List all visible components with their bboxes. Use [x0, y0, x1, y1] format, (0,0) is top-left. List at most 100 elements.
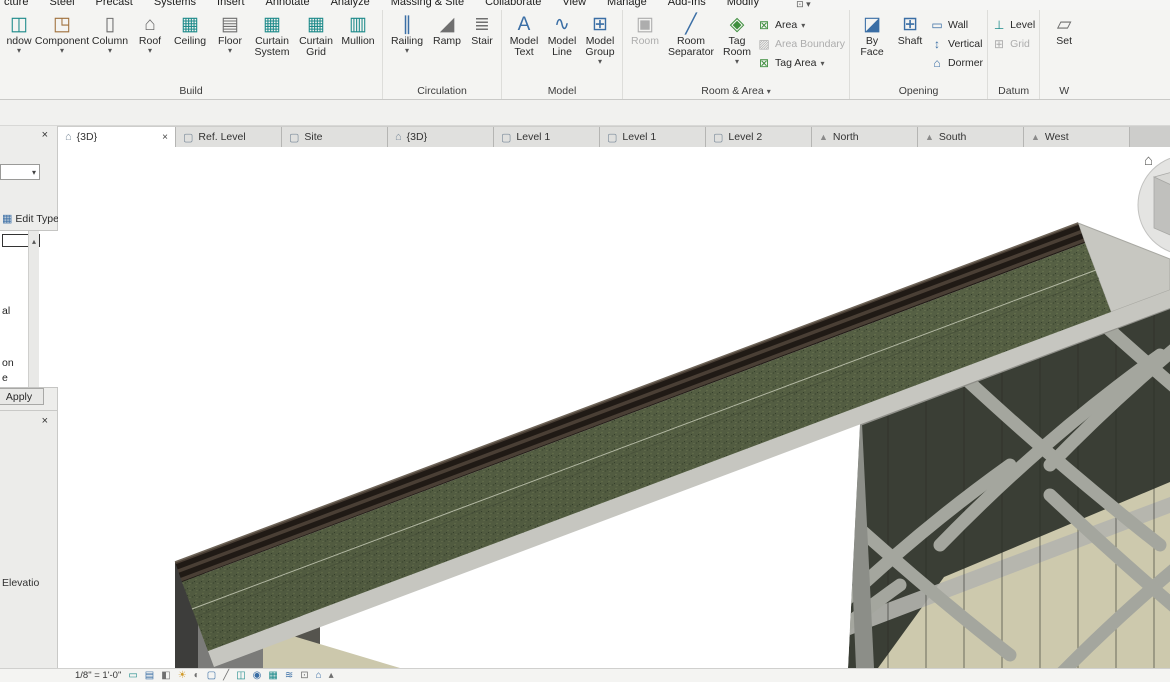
temporary-view-properties-icon[interactable]: ▦: [268, 670, 277, 682]
type-selector-combo[interactable]: ▾: [0, 164, 40, 180]
ribbon-tab-manage[interactable]: Manage: [607, 0, 647, 9]
analytical-model-icon[interactable]: ≋: [285, 670, 293, 682]
view-tab-west[interactable]: ▲ West: [1024, 127, 1130, 147]
room-button[interactable]: ▣ Room: [627, 12, 663, 47]
ribbon-tab-addins[interactable]: Add-Ins: [668, 0, 706, 9]
ribbon-tab-view[interactable]: View: [562, 0, 586, 9]
component-button[interactable]: ◳ Component ▾: [35, 12, 89, 55]
view-tab-level1-b[interactable]: ▢ Level 1: [600, 127, 706, 147]
model-line-button[interactable]: ∿ Model Line: [544, 12, 580, 58]
3d-view-icon: ⌂: [395, 131, 402, 143]
detail-level-icon[interactable]: ▭: [128, 670, 137, 682]
ribbon-tab-annotate[interactable]: Annotate: [266, 0, 310, 9]
curtain-grid-button[interactable]: ▦ Curtain Grid: [296, 12, 336, 58]
ribbon-tab-modify[interactable]: Modify: [727, 0, 759, 9]
dormer-icon: ⌂: [933, 56, 941, 70]
ceiling-button[interactable]: ▦ Ceiling: [170, 12, 210, 47]
ribbon-tab-systems[interactable]: Systems: [154, 0, 196, 9]
railing-button[interactable]: ∥ Railing ▾: [387, 12, 427, 55]
model-group-button[interactable]: ⊞ Model Group ▾: [582, 12, 618, 66]
crop-view-icon[interactable]: ▢: [207, 670, 216, 682]
view-tab-3d[interactable]: ⌂ {3D}: [388, 127, 494, 147]
tag-room-icon: ◈: [729, 14, 745, 35]
by-face-button[interactable]: ◪ By Face: [854, 12, 890, 58]
ribbon-tab-insert[interactable]: Insert: [217, 0, 245, 9]
set-work-plane-button[interactable]: ▱ Set: [1044, 12, 1084, 47]
temporary-hide-icon[interactable]: ◫: [236, 670, 245, 682]
stair-button[interactable]: ≣ Stair: [467, 12, 497, 47]
panel-label-datum[interactable]: Datum: [988, 83, 1039, 99]
ribbon-display-toggle-icon[interactable]: ⊡ ▾: [796, 0, 811, 10]
panel-label-model[interactable]: Model: [502, 83, 622, 99]
dormer-button[interactable]: ⌂ Dormer: [930, 55, 983, 71]
grid-button[interactable]: ⊞ Grid: [992, 36, 1035, 52]
vertical-icon: ↕: [934, 37, 941, 51]
area-icon: ⊠: [758, 18, 770, 32]
level-button[interactable]: ⊥ Level: [992, 17, 1035, 33]
property-row: e: [2, 372, 8, 384]
scale-indicator[interactable]: 1/8" = 1'-0": [75, 670, 121, 681]
area-button[interactable]: ⊠ Area ▾: [757, 17, 845, 33]
displacement-icon[interactable]: ⌂: [316, 670, 322, 682]
view-tab-3d-active[interactable]: ⌂ {3D} ×: [58, 127, 176, 147]
elevation-icon: ▲: [1031, 132, 1040, 142]
ribbon-tab-bar: cture Steel Precast Systems Insert Annot…: [0, 0, 1170, 10]
rendering-dialog-icon[interactable]: ◐: [194, 670, 200, 682]
panel-label-work-plane[interactable]: W: [1040, 83, 1088, 99]
panel-label-opening[interactable]: Opening: [850, 83, 987, 99]
shaft-button[interactable]: ⊞ Shaft: [892, 12, 928, 47]
window-button[interactable]: ◫ ndow ▾: [4, 12, 34, 55]
ribbon-tab-precast[interactable]: Precast: [96, 0, 133, 9]
view-tab-ref-level[interactable]: ▢ Ref. Level: [176, 127, 282, 147]
filter-icon[interactable]: ▴: [329, 670, 334, 682]
drawing-canvas[interactable]: ⌂: [58, 147, 1170, 668]
tag-room-button[interactable]: ◈ Tag Room ▾: [719, 12, 755, 66]
show-crop-region-icon[interactable]: ╱: [223, 670, 229, 682]
roof-button[interactable]: ⌂ Roof ▾: [132, 12, 168, 55]
curtain-system-button[interactable]: ▦ Curtain System: [250, 12, 294, 58]
sheet-icon: ▢: [501, 131, 512, 144]
sun-path-icon[interactable]: ◧: [161, 670, 170, 682]
ribbon-tab-architecture[interactable]: cture: [4, 0, 28, 9]
panel-label-build[interactable]: Build: [0, 83, 382, 99]
ramp-button[interactable]: ◢ Ramp: [429, 12, 465, 47]
edit-type-button[interactable]: ▦ Edit Type: [2, 212, 59, 226]
properties-scrollbar[interactable]: ▴: [28, 231, 39, 387]
visual-style-icon[interactable]: ▤: [145, 670, 154, 682]
area-boundary-button[interactable]: ▨ Area Boundary: [757, 36, 845, 52]
vertical-opening-button[interactable]: ↕ Vertical: [930, 36, 983, 52]
panel-label-circulation[interactable]: Circulation: [383, 83, 501, 99]
tag-area-button[interactable]: ⊠ Tag Area ▾: [757, 55, 845, 71]
panel-label-room-area[interactable]: Room & Area ▾: [623, 83, 849, 99]
model-3d-view: ⌂: [174, 152, 1170, 668]
room-separator-button[interactable]: ╱ Room Separator: [665, 12, 717, 58]
ribbon-tab-steel[interactable]: Steel: [49, 0, 74, 9]
constraints-icon[interactable]: ⊡: [300, 670, 308, 682]
view-tab-south[interactable]: ▲ South: [918, 127, 1024, 147]
dropdown-icon: ▾: [820, 58, 825, 68]
view-tab-level2[interactable]: ▢ Level 2: [706, 127, 812, 147]
palette-close-button[interactable]: ×: [42, 130, 48, 141]
reveal-hidden-icon[interactable]: ◉: [253, 670, 262, 682]
floor-button[interactable]: ▤ Floor ▾: [212, 12, 248, 55]
wall-opening-button[interactable]: ▭ Wall: [930, 17, 983, 33]
browser-close-button[interactable]: ×: [42, 416, 48, 427]
ribbon-tab-analyze[interactable]: Analyze: [331, 0, 370, 9]
column-button[interactable]: ▯ Column ▾: [90, 12, 130, 55]
shadows-icon[interactable]: ☀: [178, 670, 187, 682]
view-tab-site[interactable]: ▢ Site: [282, 127, 388, 147]
ribbon-tab-collaborate[interactable]: Collaborate: [485, 0, 541, 9]
view-cube[interactable]: ⌂: [1137, 152, 1170, 255]
ribbon: ◫ ndow ▾ ◳ Component ▾ ▯ Column ▾ ⌂ Roof: [0, 10, 1170, 100]
property-row: on: [2, 357, 14, 369]
close-tab-icon[interactable]: ×: [162, 132, 168, 143]
home-icon[interactable]: ⌂: [1144, 152, 1153, 169]
mullion-button[interactable]: ▥ Mullion: [338, 12, 378, 47]
3d-view-icon: ⌂: [65, 131, 72, 143]
view-tab-north[interactable]: ▲ North: [812, 127, 918, 147]
view-tab-level1[interactable]: ▢ Level 1: [494, 127, 600, 147]
apply-button[interactable]: Apply: [0, 388, 44, 405]
ribbon-tab-massing-site[interactable]: Massing & Site: [391, 0, 464, 9]
model-text-button[interactable]: A Model Text: [506, 12, 542, 58]
browser-tree-item-elevations[interactable]: Elevatio: [2, 577, 39, 589]
